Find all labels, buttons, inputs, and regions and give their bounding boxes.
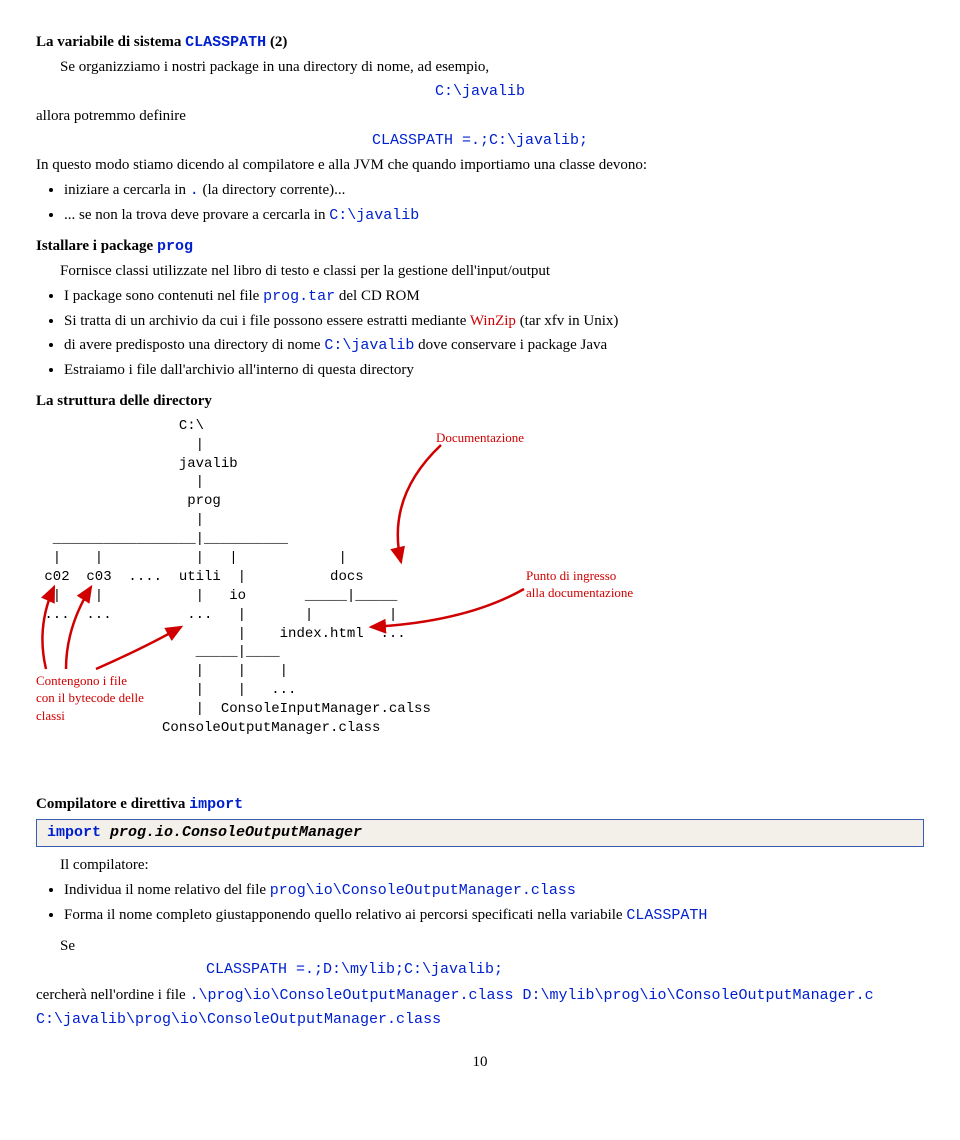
h2-pre: Istallare i package [36,238,157,254]
annotation-punto: Punto di ingresso alla documentazione [526,567,633,602]
bullet-forma: Forma il nome completo giustapponendo qu… [64,905,924,926]
anno3b: con il bytecode delle [36,690,144,705]
p7-pre: cercherà nell'ordine i file [36,987,189,1003]
b1-suf: (la directory corrente)... [199,182,346,198]
directory-tree-diagram: C:\ | javalib | prog | _________________… [36,417,924,738]
code-path-cjavalib: C:\javalib [36,82,924,102]
import-target: prog.io.ConsoleOutputManager [101,824,362,841]
i2-suf: (tar xfv in Unix) [516,313,618,329]
code-classpath-def: CLASSPATH =.;C:\javalib; [36,130,924,151]
code-box-import: import prog.io.ConsoleOutputManager [36,819,924,847]
title-pre: La variabile di sistema [36,34,185,50]
para-compilatore: Il compilatore: [60,855,924,875]
i1-pre: I package sono contenuti nel file [64,288,263,304]
anno2a: Punto di ingresso [526,568,616,583]
bullet-cercarla: iniziare a cercarla in . (la directory c… [64,180,924,201]
tree-text: C:\ | javalib | prog | _________________… [36,417,924,738]
heading-compilatore: Compilatore e direttiva import [36,794,924,815]
c2-pre: Forma il nome completo giustapponendo qu… [64,907,626,923]
h4-import: import [189,796,243,813]
p7-path1: .\prog\io\ConsoleOutputManager.class [189,987,513,1004]
p7-path2: D:\mylib\prog\io\ConsoleOutputManager.c [514,987,874,1004]
b2-path: C:\javalib [329,207,419,224]
para-intro: Se organizziamo i nostri package in una … [60,57,924,77]
bullet-estraiamo: Estraiamo i file dall'archivio all'inter… [64,360,924,380]
cp2-val: .;D:\mylib;C:\javalib; [305,961,503,978]
h4-pre: Compilatore e direttiva [36,796,189,812]
page-number: 10 [36,1052,924,1072]
para-cerchera: cercherà nell'ordine i file .\prog\io\Co… [36,985,924,1006]
p8-path: C:\javalib\prog\io\ConsoleOutputManager.… [36,1010,924,1030]
bullet-predisposto: di avere predisposto una directory di no… [64,335,924,356]
i1-file: prog.tar [263,288,335,305]
bullet-nontrova: ... se non la trova deve provare a cerca… [64,205,924,226]
para-fornisce: Fornisce classi utilizzate nel libro di … [60,261,924,281]
heading-struttura: La struttura delle directory [36,391,924,411]
anno3c: classi [36,708,65,723]
bullet-archivio: Si tratta di un archivio da cui i file p… [64,311,924,331]
bullet-list-2: I package sono contenuti nel file prog.t… [36,286,924,381]
annotation-contengono: Contengono i file con il bytecode delle … [36,672,144,725]
anno3a: Contengono i file [36,673,127,688]
title-suf: (2) [266,34,287,50]
b1-dot: . [190,182,199,199]
c1-pre: Individua il nome relativo del file [64,882,270,898]
para-se: Se [60,936,924,956]
bullet-package-file: I package sono contenuti nel file prog.t… [64,286,924,307]
page-title: La variabile di sistema CLASSPATH (2) [36,32,924,53]
b2-text: ... se non la trova deve provare a cerca… [64,207,329,223]
para-modo: In questo modo stiamo dicendo al compila… [36,155,924,175]
title-classpath: CLASSPATH [185,34,266,51]
heading-istallare: Istallare i package prog [36,236,924,257]
bullet-individua: Individua il nome relativo del file prog… [64,880,924,901]
cp2-eq: CLASSPATH = [206,961,305,978]
bullet-list-3: Individua il nome relativo del file prog… [36,880,924,927]
classpath-val: .;C:\javalib; [471,132,588,149]
c1-path: prog\io\ConsoleOutputManager.class [270,882,576,899]
b1-text: iniziare a cercarla in [64,182,190,198]
i3-suf: dove conservare i package Java [414,337,607,353]
classpath-eq: CLASSPATH = [372,132,471,149]
c2-classpath: CLASSPATH [626,907,707,924]
i3-pre: di avere predisposto una directory di no… [64,337,324,353]
para-allora: allora potremmo definire [36,106,924,126]
bullet-list-1: iniziare a cercarla in . (la directory c… [36,180,924,227]
h2-prog: prog [157,238,193,255]
code-classpath-def2: CLASSPATH =.;D:\mylib;C:\javalib; [206,960,924,980]
kw-import: import [47,824,101,841]
i1-suf: del CD ROM [335,288,420,304]
i2-pre: Si tratta di un archivio da cui i file p… [64,313,470,329]
anno2b: alla documentazione [526,585,633,600]
annotation-documentazione: Documentazione [436,429,524,447]
i3-path: C:\javalib [324,337,414,354]
winzip-red: WinZip [470,313,516,329]
